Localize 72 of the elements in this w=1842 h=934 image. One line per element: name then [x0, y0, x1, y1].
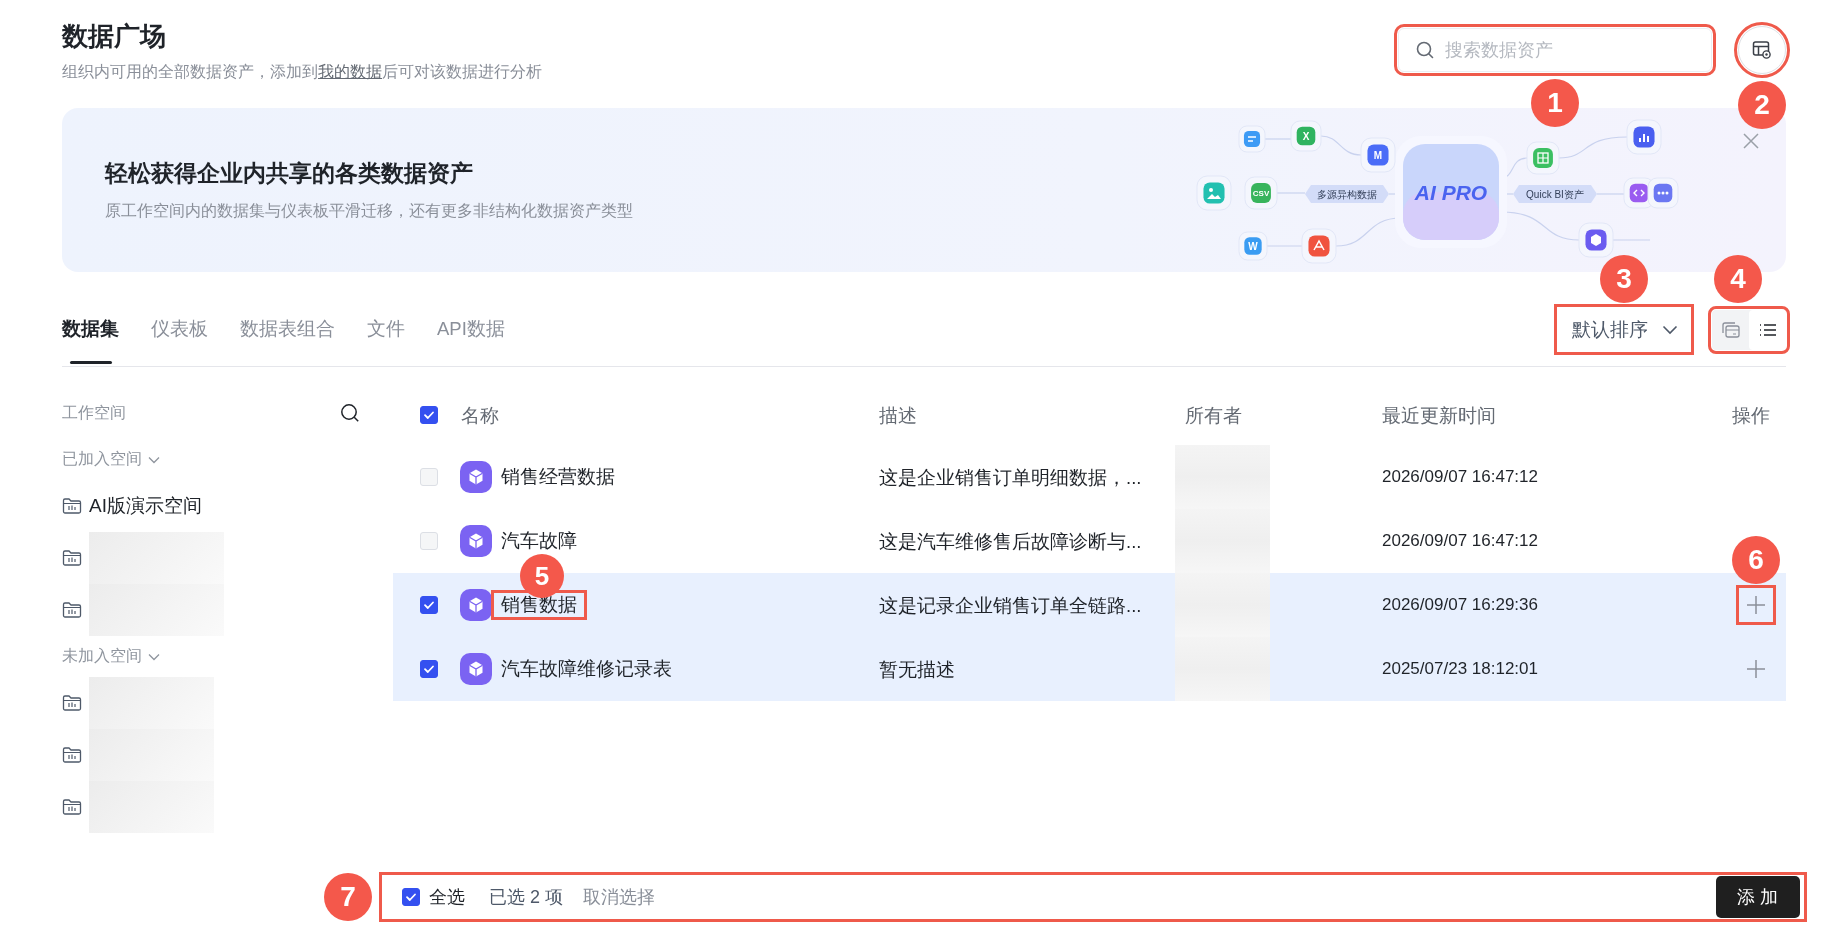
folder-icon: [62, 601, 82, 619]
icon-letter: CSV: [1252, 189, 1270, 198]
folder-icon: [62, 798, 82, 816]
select-all-label: 全选: [429, 886, 465, 909]
workspace-item[interactable]: AI版演示空间: [89, 493, 202, 519]
page-subtitle: 组织内可用的全部数据资产，添加到我的数据后可对该数据进行分析: [62, 62, 542, 82]
column-header: 操作: [1732, 403, 1770, 428]
cards-icon: [1721, 322, 1740, 338]
connector-line: [1320, 135, 1362, 156]
description-text: 暂无描述: [879, 657, 955, 682]
close-icon: [1742, 132, 1760, 150]
folder-icon: [62, 549, 82, 567]
cube-icon: [460, 461, 492, 493]
callout-badge: 7: [324, 873, 372, 921]
banner-description: 原工作空间内的数据集与仪表板平滑迁移，还有更多非结构化数据资产类型: [105, 200, 634, 221]
search-icon: [1416, 41, 1434, 59]
callout-badge: 1: [1531, 79, 1579, 127]
folder-icon: [62, 497, 82, 515]
icon-letter: X: [1302, 130, 1310, 142]
check-icon: [423, 599, 435, 611]
list-view-button[interactable]: [1749, 310, 1786, 350]
folder-icon: [62, 746, 82, 764]
dataset-name[interactable]: 汽车故障: [495, 530, 583, 552]
connector-line: [1558, 136, 1628, 159]
update-time: 2026/09/07 16:47:12: [1382, 467, 1538, 487]
search-icon: [340, 403, 360, 423]
update-time: 2025/07/23 18:12:01: [1382, 659, 1538, 679]
callout-badge: 4: [1714, 255, 1762, 303]
my-data-link[interactable]: 我的数据: [318, 63, 382, 80]
column-header: 名称: [461, 403, 499, 428]
tag-label: 多源异构数据: [1317, 189, 1377, 200]
check-icon: [405, 891, 417, 903]
plus-icon: [1746, 659, 1766, 679]
callout-badge: 3: [1600, 255, 1648, 303]
add-button[interactable]: 添 加: [1716, 876, 1800, 918]
page-title: 数据广场: [62, 20, 167, 52]
callout-badge: 2: [1738, 81, 1786, 129]
folder-icon: [62, 694, 82, 712]
callout-badge: 6: [1732, 536, 1780, 584]
icon-letter: W: [1248, 240, 1258, 252]
ai-pro-label: AI PRO: [1414, 181, 1488, 204]
description-text: 这是汽车维修售后故障诊断与...: [879, 529, 1142, 554]
cube-icon: [460, 525, 492, 557]
dataset-name[interactable]: 汽车故障维修记录表: [495, 658, 678, 680]
checkbox[interactable]: [420, 596, 438, 614]
banner-title: 轻松获得企业内共享的各类数据资产: [105, 158, 474, 187]
tab[interactable]: 数据集: [62, 308, 119, 366]
chevron-down-icon: [1662, 324, 1678, 335]
select-all-checkbox[interactable]: [402, 888, 420, 906]
check-icon: [423, 663, 435, 675]
table-settings-icon: [1752, 40, 1772, 60]
update-time: 2026/09/07 16:47:12: [1382, 531, 1538, 551]
sidebar-title: 工作空间: [62, 402, 126, 423]
column-header: 最近更新时间: [1382, 403, 1496, 428]
column-header: 描述: [879, 403, 917, 428]
cube-icon: [460, 653, 492, 685]
selected-count: 已选 2 项: [489, 886, 563, 909]
description-text: 这是记录企业销售订单全链路...: [879, 593, 1142, 618]
cube-icon: [460, 589, 492, 621]
description-text: 这是企业销售订单明细数据，...: [879, 465, 1142, 490]
tag-label: Quick BI资产: [1526, 189, 1584, 200]
plus-icon: [1746, 595, 1766, 615]
checkbox[interactable]: [420, 660, 438, 678]
select-all-checkbox[interactable]: [420, 406, 438, 424]
column-header: 所有者: [1185, 403, 1242, 428]
check-icon: [423, 409, 435, 421]
icon-letter: M: [1373, 149, 1383, 161]
list-icon: [1758, 323, 1777, 337]
chevron-icon: [148, 455, 160, 464]
update-time: 2026/09/07 16:29:36: [1382, 595, 1538, 615]
dataset-name[interactable]: 销售经营数据: [495, 466, 621, 488]
chevron-icon: [148, 652, 160, 661]
